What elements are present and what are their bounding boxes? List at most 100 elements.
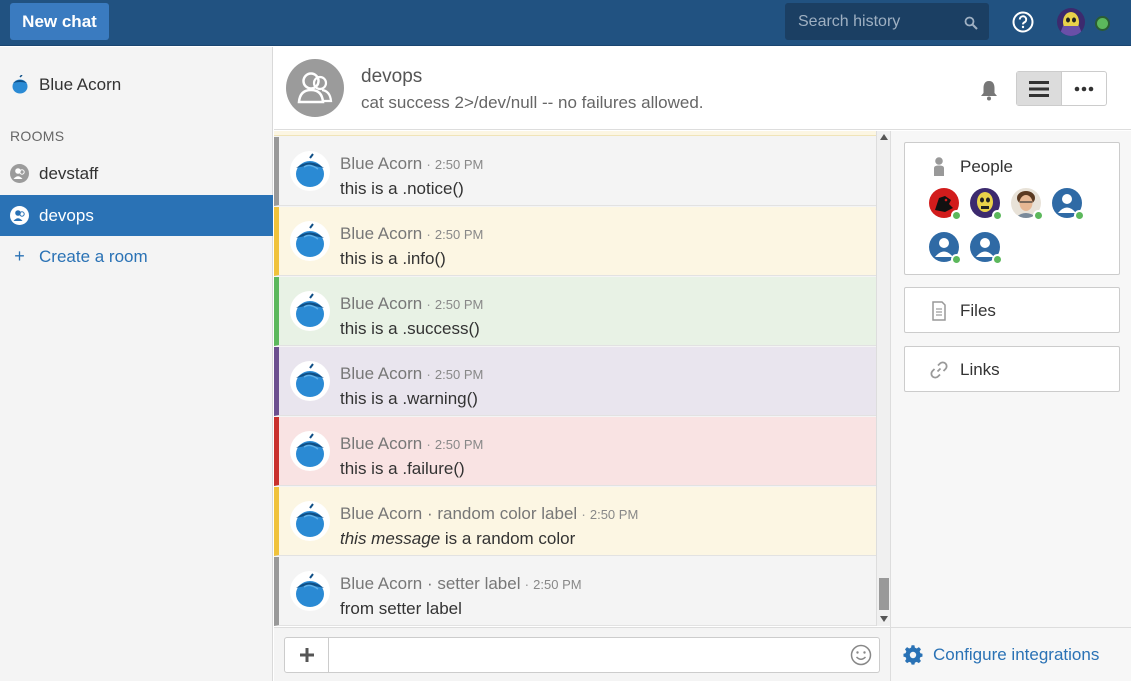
room-title: devops <box>361 66 423 87</box>
separator-dot: · <box>581 506 586 522</box>
sender-avatar[interactable] <box>290 361 330 401</box>
new-chat-button[interactable]: New chat <box>10 3 109 40</box>
sidebar-item-label: devops <box>39 205 94 225</box>
person-avatar[interactable] <box>970 188 1003 221</box>
person-avatar[interactable] <box>929 188 962 221</box>
sender-name[interactable]: Blue Acorn <box>340 224 422 243</box>
add-attachment-button[interactable] <box>284 637 329 673</box>
help-icon[interactable] <box>1012 11 1034 33</box>
sidebar-item-devops[interactable]: devops <box>0 195 273 236</box>
online-status-indicator <box>951 254 962 265</box>
person-avatar[interactable] <box>970 232 1003 265</box>
separator-dot: · <box>426 436 431 452</box>
scroll-up-arrow-icon[interactable] <box>880 134 888 140</box>
sender-name[interactable]: Blue Acorn · setter label <box>340 574 520 593</box>
sender-avatar[interactable] <box>290 431 330 471</box>
scroll-down-arrow-icon[interactable] <box>880 616 888 622</box>
message-row: Blue Acorn · 2:50 PM this is a .failure() <box>274 417 876 486</box>
message-time: 2:50 PM <box>434 367 484 382</box>
files-card[interactable]: Files <box>904 287 1120 333</box>
message-row: Blue Acorn · setter label · 2:50 PM from se… <box>274 557 876 626</box>
message-text: is a random color <box>440 529 576 548</box>
message-body: this is a .notice() <box>340 179 464 198</box>
sender-avatar[interactable] <box>290 151 330 191</box>
room-topic: cat success 2>/dev/null -- no failures a… <box>361 93 704 112</box>
separator-dot: · <box>426 156 431 172</box>
message-time: 2:50 PM <box>434 227 484 242</box>
sidebar-item-label: devstaff <box>39 163 99 183</box>
link-icon <box>930 361 948 379</box>
top-bar: New chat <box>0 0 1131 46</box>
user-avatar[interactable] <box>1057 8 1085 36</box>
org-name-row[interactable]: Blue Acorn <box>10 75 121 95</box>
links-card[interactable]: Links <box>904 346 1120 392</box>
sender-avatar[interactable] <box>290 221 330 261</box>
message-time: 2:50 PM <box>434 437 484 452</box>
separator-dot: · <box>426 296 431 312</box>
separator-dot: · <box>426 366 431 382</box>
message-input[interactable] <box>329 637 880 673</box>
sender-avatar[interactable] <box>290 571 330 611</box>
message-time: 2:50 PM <box>434 157 484 172</box>
room-group-icon <box>10 206 29 225</box>
sender-name[interactable]: Blue Acorn <box>340 294 422 313</box>
message-time: 2:50 PM <box>434 297 484 312</box>
person-avatar[interactable] <box>1052 188 1085 221</box>
sender-avatar[interactable] <box>290 291 330 331</box>
message-body: this message is a random color <box>340 529 575 549</box>
message-header: Blue Acorn · random color label · 2:50 PM <box>340 504 638 524</box>
message-list: Blue Acorn · 2:50 PM this is a .notice() Blu… <box>274 131 876 626</box>
message-row: Blue Acorn · 2:50 PM this is a .notice() <box>274 137 876 206</box>
sender-name[interactable]: Blue Acorn <box>340 434 422 453</box>
online-status-indicator <box>1095 16 1110 31</box>
rooms-header: ROOMS <box>10 128 65 144</box>
person-avatar[interactable] <box>1011 188 1044 221</box>
message-header: Blue Acorn · 2:50 PM <box>340 364 483 384</box>
ellipsis-icon <box>1074 86 1094 91</box>
people-card[interactable]: People <box>904 142 1120 275</box>
online-status-indicator <box>951 210 962 221</box>
org-name: Blue Acorn <box>39 75 122 94</box>
scroll-thumb[interactable] <box>879 578 889 610</box>
message-row: Blue Acorn · random color label · 2:50 PM t… <box>274 487 876 556</box>
view-toggle-group <box>1016 71 1107 106</box>
list-view-button[interactable] <box>1017 72 1062 105</box>
plus-icon: + <box>14 246 25 266</box>
message-time: 2:50 PM <box>589 507 639 522</box>
bell-icon[interactable] <box>979 79 999 101</box>
message-time: 2:50 PM <box>533 577 582 592</box>
message-emphasis: this message <box>340 529 441 548</box>
files-label: Files <box>960 301 996 320</box>
create-room-link[interactable]: + Create a room <box>0 236 273 277</box>
online-status-indicator <box>992 210 1003 221</box>
message-header: Blue Acorn · 2:50 PM <box>340 154 483 174</box>
person-avatar[interactable] <box>929 232 962 265</box>
sender-avatar[interactable] <box>290 501 330 541</box>
links-label: Links <box>960 360 1000 379</box>
gear-icon <box>903 644 923 665</box>
message-header: Blue Acorn · 2:50 PM <box>340 434 483 454</box>
configure-integrations-link[interactable]: Configure integrations <box>890 627 1131 681</box>
sender-name[interactable]: Blue Acorn <box>340 154 422 173</box>
sender-name[interactable]: Blue Acorn · random color label <box>340 504 577 523</box>
separator-dot: · <box>426 226 431 242</box>
message-body: this is a .warning() <box>340 389 478 408</box>
message-row: Blue Acorn · 2:50 PM this is a .warning() <box>274 347 876 416</box>
message-body: this is a .success() <box>340 319 480 338</box>
sidebar-item-devstaff[interactable]: devstaff <box>0 153 273 194</box>
online-status-indicator <box>1074 210 1085 221</box>
sender-name[interactable]: Blue Acorn <box>340 364 422 383</box>
room-group-icon <box>10 164 29 183</box>
composer <box>274 627 890 681</box>
message-header: Blue Acorn · 2:50 PM <box>340 224 483 244</box>
message-scrollbar[interactable] <box>876 131 890 626</box>
emoji-icon[interactable] <box>850 644 872 666</box>
search-icon[interactable] <box>964 16 978 30</box>
create-room-label: Create a room <box>39 246 148 266</box>
more-options-button[interactable] <box>1062 72 1107 105</box>
online-status-indicator <box>1033 210 1044 221</box>
room-avatar <box>286 59 344 117</box>
search-box <box>785 3 989 40</box>
message-body: from setter label <box>340 599 462 618</box>
search-input[interactable] <box>785 3 960 40</box>
